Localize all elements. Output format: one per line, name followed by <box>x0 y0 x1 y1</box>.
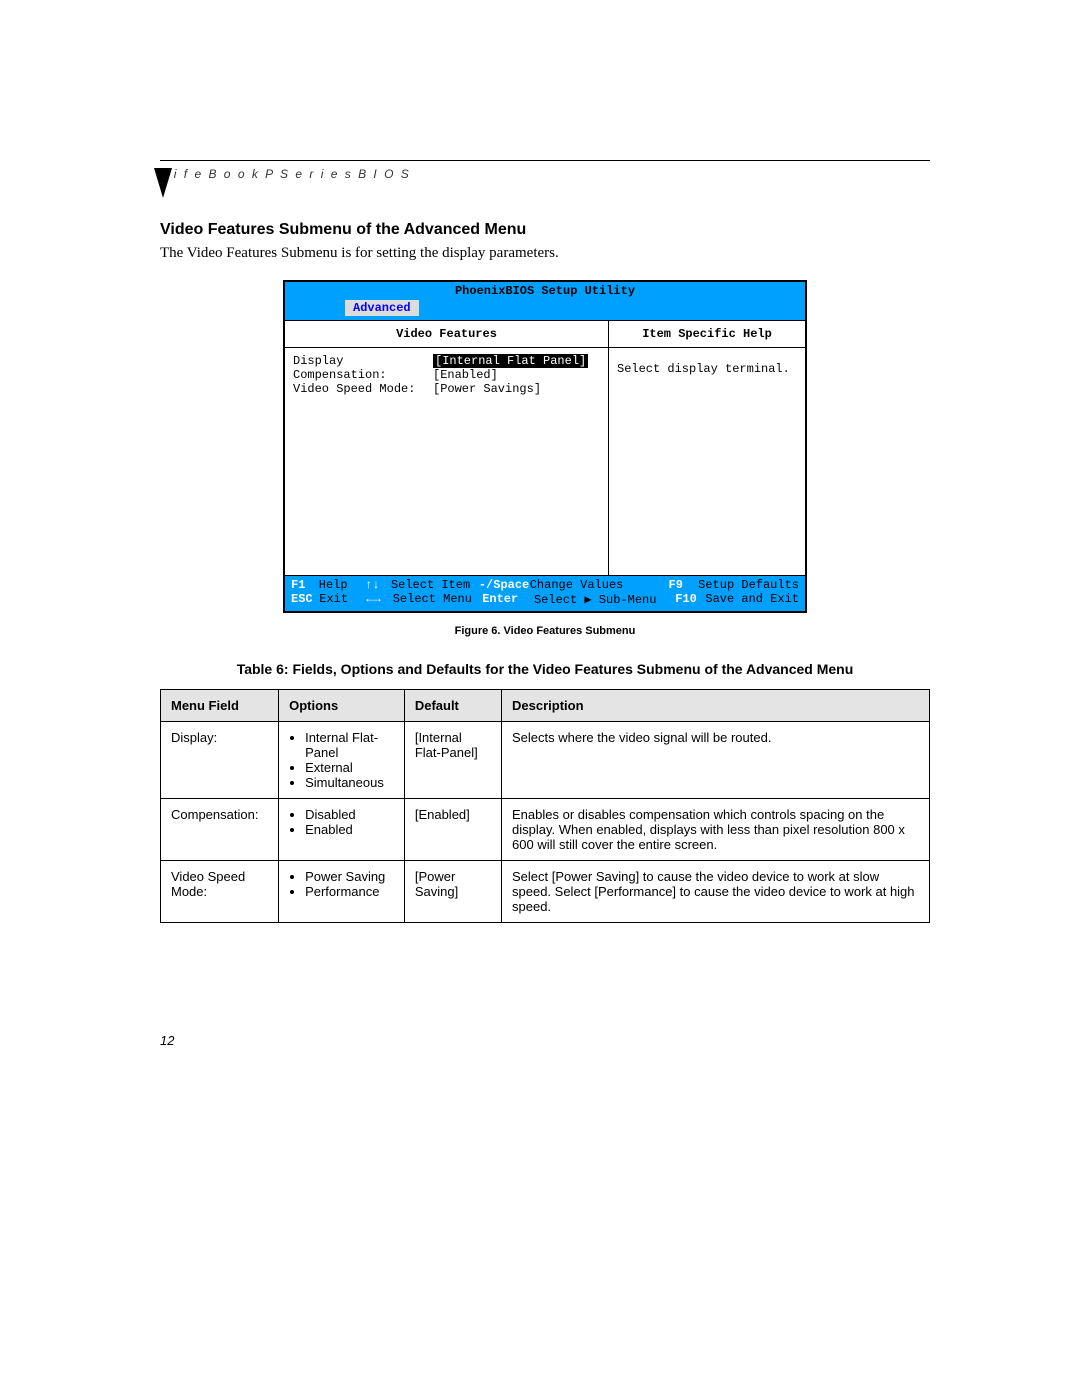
table-row: Compensation: Disabled Enabled [Enabled]… <box>161 799 930 861</box>
cell-field: Display: <box>161 722 279 799</box>
page-number: 12 <box>160 1033 930 1048</box>
bios-row-label: Compensation: <box>293 368 433 382</box>
option-item: Enabled <box>305 822 394 837</box>
cell-default: [Power Saving] <box>404 861 501 923</box>
option-item: Power Saving <box>305 869 394 884</box>
bios-key-label: Select Item <box>391 578 479 592</box>
option-item: External <box>305 760 394 775</box>
option-item: Performance <box>305 884 394 899</box>
bios-row-value: [Enabled] <box>433 368 498 382</box>
section-description: The Video Features Submenu is for settin… <box>160 245 930 262</box>
option-item: Disabled <box>305 807 394 822</box>
table-header-row: Menu Field Options Default Description <box>161 690 930 722</box>
bios-tab-advanced: Advanced <box>345 300 419 316</box>
bios-help-pane: Item Specific Help Select display termin… <box>609 321 805 575</box>
cell-field: Video Speed Mode: <box>161 861 279 923</box>
figure-caption: Figure 6. Video Features Submenu <box>160 625 930 637</box>
bios-key: F10 <box>675 592 697 606</box>
cell-desc: Selects where the video signal will be r… <box>502 722 930 799</box>
bios-left-title: Video Features <box>293 327 600 341</box>
th-default: Default <box>404 690 501 722</box>
table-title: Table 6: Fields, Options and Defaults fo… <box>160 661 930 677</box>
cell-options: Disabled Enabled <box>279 799 405 861</box>
bios-left-pane: Video Features Display [Internal Flat Pa… <box>285 321 609 575</box>
cell-options: Internal Flat-Panel External Simultaneou… <box>279 722 405 799</box>
running-header: L i f e B o o k P S e r i e s B I O S <box>160 167 930 181</box>
cell-default: [Enabled] <box>404 799 501 861</box>
bios-tab-row: Advanced <box>285 300 805 320</box>
th-options: Options <box>279 690 405 722</box>
bios-row-compensation: Compensation: [Enabled] <box>293 368 600 382</box>
bios-row-value: [Power Savings] <box>433 382 541 396</box>
bios-row-label: Video Speed Mode: <box>293 382 433 396</box>
bios-key: ESC <box>291 592 313 606</box>
header-rule <box>160 160 930 161</box>
bios-key: ↑↓ <box>365 578 379 592</box>
th-menu-field: Menu Field <box>161 690 279 722</box>
bios-key-label: Change Values <box>530 578 669 592</box>
bios-row-value: [Internal Flat Panel] <box>433 354 588 368</box>
bios-row-label: Display <box>293 354 433 368</box>
bios-title-bar: PhoenixBIOS Setup Utility <box>285 282 805 300</box>
bios-key: ←→ <box>366 592 380 606</box>
th-description: Description <box>502 690 930 722</box>
cell-field: Compensation: <box>161 799 279 861</box>
page-flag-icon <box>154 168 172 198</box>
table-row: Display: Internal Flat-Panel External Si… <box>161 722 930 799</box>
section-title: Video Features Submenu of the Advanced M… <box>160 221 930 239</box>
bios-row-video-speed: Video Speed Mode: [Power Savings] <box>293 382 600 396</box>
bios-key-label: Exit <box>319 592 366 607</box>
bios-key: Enter <box>482 592 518 606</box>
bios-key-label: Select ▶ Sub-Menu <box>534 592 675 607</box>
bios-footer: F1 Help ↑↓ Select Item -/Space Change Va… <box>285 575 805 611</box>
table-row: Video Speed Mode: Power Saving Performan… <box>161 861 930 923</box>
option-item: Simultaneous <box>305 775 394 790</box>
cell-desc: Select [Power Saving] to cause the video… <box>502 861 930 923</box>
bios-screenshot: PhoenixBIOS Setup Utility Advanced Video… <box>283 280 807 613</box>
cell-options: Power Saving Performance <box>279 861 405 923</box>
bios-key: F1 <box>291 578 305 592</box>
bios-help-text: Select display terminal. <box>617 362 797 376</box>
bios-key: F9 <box>669 578 683 592</box>
options-table: Menu Field Options Default Description D… <box>160 689 930 923</box>
bios-key: -/Space <box>479 578 529 592</box>
bios-key-label: Select Menu <box>393 592 482 607</box>
bios-help-title: Item Specific Help <box>617 327 797 341</box>
bios-key-label: Save and Exit <box>705 592 799 607</box>
bios-key-label: Help <box>319 578 365 592</box>
option-item: Internal Flat-Panel <box>305 730 394 760</box>
cell-desc: Enables or disables compensation which c… <box>502 799 930 861</box>
bios-row-display: Display [Internal Flat Panel] <box>293 354 600 368</box>
cell-default: [Internal Flat-Panel] <box>404 722 501 799</box>
bios-key-label: Setup Defaults <box>698 578 799 592</box>
